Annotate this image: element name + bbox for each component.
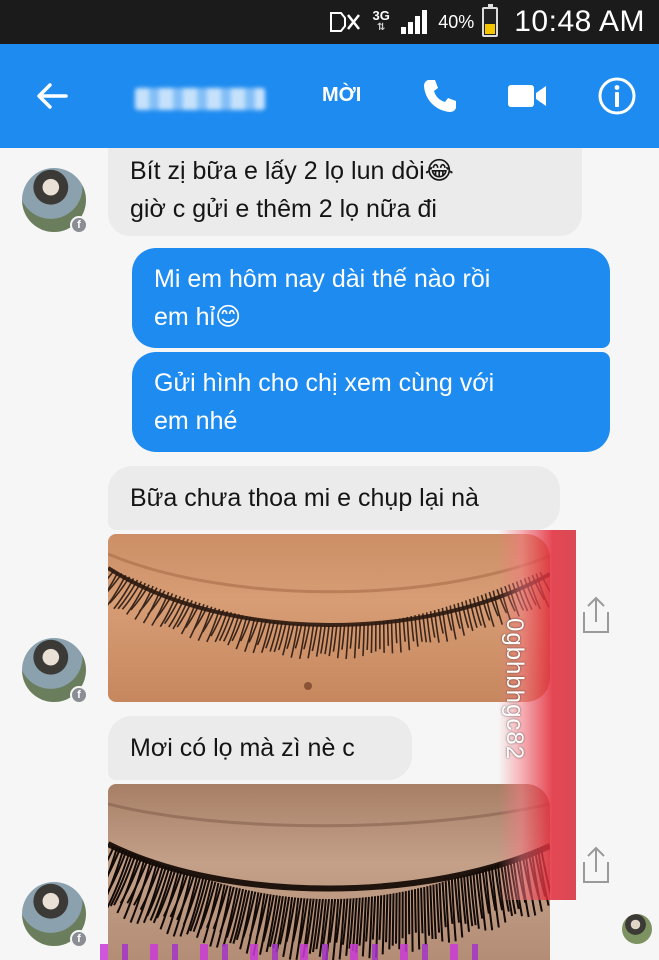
message-bubble-incoming[interactable]: Mơi có lọ mà zì nè c bbox=[108, 716, 412, 780]
battery-icon bbox=[482, 4, 499, 37]
facebook-badge-icon: f bbox=[70, 930, 88, 948]
info-icon[interactable] bbox=[597, 76, 637, 116]
signal-icon bbox=[401, 10, 428, 34]
battery-percentage: 40% bbox=[438, 11, 475, 32]
eyelash-stroke bbox=[370, 622, 373, 654]
contact-avatar[interactable]: f bbox=[22, 882, 88, 948]
status-icons: 3G ⇅ 40% 10:48 AM bbox=[328, 0, 645, 44]
battery-level bbox=[485, 23, 496, 34]
eyelash-stroke bbox=[390, 619, 394, 654]
message-text: giờ c gửi e thêm 2 lọ nữa đi bbox=[130, 195, 437, 223]
message-text: em hỉ😊 bbox=[154, 303, 242, 331]
status-bar: 3G ⇅ 40% 10:48 AM bbox=[0, 0, 659, 44]
message-text: Bữa chưa thoa mi e chụp lại nà bbox=[130, 484, 479, 512]
back-arrow-icon[interactable] bbox=[30, 74, 74, 118]
network-indicator: 3G ⇅ bbox=[370, 8, 392, 34]
data-arrows-icon: ⇅ bbox=[377, 22, 386, 33]
facebook-badge-icon: f bbox=[70, 686, 88, 704]
message-bubble-outgoing[interactable]: Mi em hôm nay dài thế nào rồi em hỉ😊 bbox=[132, 248, 610, 348]
invite-button[interactable]: MỜI bbox=[322, 84, 361, 107]
eyelash-stroke bbox=[388, 893, 392, 950]
message-text: Gửi hình cho chị xem cùng với bbox=[154, 369, 495, 397]
eyelash-stroke bbox=[391, 893, 395, 946]
clock: 10:48 AM bbox=[514, 5, 645, 38]
contact-name-blurred[interactable] bbox=[135, 88, 265, 110]
eyelash-stroke bbox=[366, 623, 369, 650]
message-thread[interactable]: f Bít zị bữa e lấy 2 lọ lun dòi😂 giờ c g… bbox=[0, 148, 659, 960]
message-bubble-incoming[interactable]: Bít zị bữa e lấy 2 lọ lun dòi😂 giờ c gửi… bbox=[108, 148, 582, 236]
mute-icon bbox=[330, 12, 361, 32]
eyelash-stroke bbox=[395, 892, 398, 944]
message-text: Mi em hôm nay dài thế nào rồi bbox=[154, 265, 491, 293]
message-text: Bít zị bữa e lấy 2 lọ lun dòi😂 bbox=[130, 157, 454, 185]
share-icon[interactable] bbox=[576, 844, 616, 888]
message-text: em nhé bbox=[154, 407, 238, 435]
phone-icon[interactable] bbox=[420, 76, 460, 116]
network-type: 3G bbox=[372, 8, 390, 23]
video-camera-icon[interactable] bbox=[506, 80, 548, 112]
contact-avatar[interactable]: f bbox=[22, 168, 88, 234]
share-icon[interactable] bbox=[576, 594, 616, 638]
decorative-strip bbox=[100, 944, 480, 960]
message-text: Mơi có lọ mà zì nè c bbox=[130, 734, 355, 762]
eyelash-stroke bbox=[414, 889, 417, 933]
message-bubble-outgoing[interactable]: Gửi hình cho chị xem cùng với em nhé bbox=[132, 352, 610, 452]
eyelash-stroke bbox=[386, 620, 390, 646]
photo-attachment-eyelash-after[interactable] bbox=[108, 784, 550, 960]
facebook-badge-icon: f bbox=[70, 216, 88, 234]
eyelash-stroke bbox=[410, 889, 414, 952]
watermark-text: 0gbhbhgc82 bbox=[501, 618, 528, 761]
contact-avatar[interactable]: f bbox=[22, 638, 88, 704]
eyelash-stroke bbox=[417, 888, 421, 950]
seen-indicator-avatar bbox=[622, 914, 652, 944]
photo-attachment-eyelash-before[interactable] bbox=[108, 534, 550, 702]
conversation-header: MỜI bbox=[0, 44, 659, 148]
message-bubble-incoming[interactable]: Bữa chưa thoa mi e chụp lại nà bbox=[108, 466, 560, 530]
